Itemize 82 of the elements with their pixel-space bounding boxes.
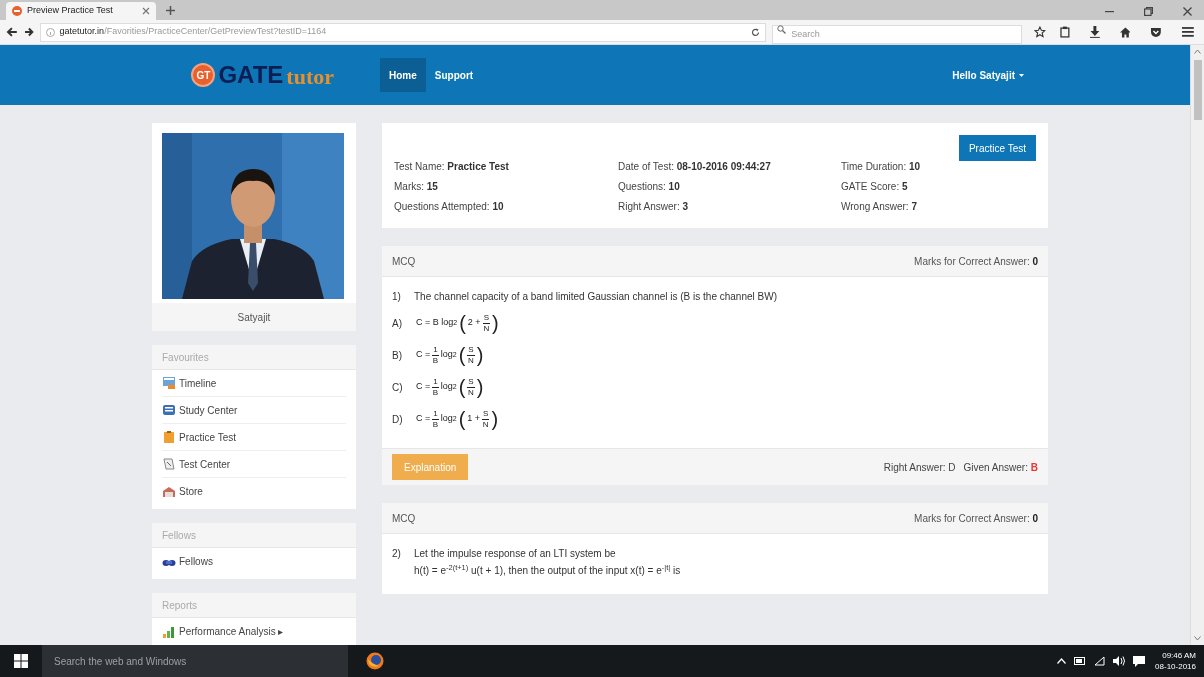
firefox-icon[interactable]: [366, 652, 384, 670]
search-icon: [777, 25, 787, 34]
sidebar-item[interactable]: Timeline: [162, 370, 346, 397]
new-tab-icon[interactable]: [166, 6, 175, 15]
search-field[interactable]: Search: [772, 24, 1023, 44]
given-answer: Given Answer: B: [963, 460, 1038, 475]
scroll-thumb[interactable]: [1193, 60, 1202, 120]
profile-name: Satyajit: [152, 303, 356, 331]
summary-field: Questions Attempted: 10: [394, 199, 618, 214]
summary-field: Test Name: Practice Test: [394, 159, 618, 174]
restore-icon[interactable]: [1144, 7, 1153, 16]
shop-icon: [162, 484, 176, 499]
summary-field: Date of Test: 08-10-2016 09:44:27: [618, 159, 841, 174]
taskbar-search[interactable]: Search the web and Windows: [42, 645, 348, 677]
question-number: 2): [392, 547, 402, 561]
minimize-icon[interactable]: [1105, 11, 1114, 13]
bar-chart-icon: [162, 624, 176, 639]
clipboard-icon: [162, 430, 176, 444]
marks-label: Marks for Correct Answer: 0: [914, 254, 1038, 269]
option-letter: B): [392, 348, 403, 363]
question-type: MCQ: [392, 511, 416, 526]
caret-icon[interactable]: [1019, 73, 1024, 77]
calendar-icon: [162, 376, 176, 390]
clock-time[interactable]: 09:46 AM: [1162, 650, 1196, 661]
chevron-up-icon[interactable]: [1057, 658, 1067, 664]
sidebar-item[interactable]: Practice Test: [162, 424, 346, 451]
summary-field: GATE Score: 5: [841, 179, 1036, 194]
user-menu[interactable]: Hello Satyajit: [952, 67, 1015, 83]
option-letter: A): [392, 316, 403, 331]
windows-icon[interactable]: [14, 654, 28, 668]
option-letter: D): [392, 412, 404, 427]
question-type: MCQ: [392, 254, 416, 269]
forward-icon[interactable]: [23, 27, 34, 37]
sidebar-item[interactable]: Test Center: [162, 451, 346, 478]
panel-title: Fellows: [152, 523, 356, 548]
close-icon[interactable]: [1183, 7, 1192, 16]
summary-field: Marks: 15: [394, 179, 618, 194]
question-text: The channel capacity of a band limited Gaussian channel is (B is the channel BW): [414, 290, 777, 304]
tab-title: Preview Practice Test: [27, 4, 114, 18]
panel-title: Favourites: [152, 345, 356, 370]
info-icon: [45, 27, 55, 37]
paper-icon: [162, 457, 176, 471]
back-icon[interactable]: [6, 26, 18, 38]
scrollbar[interactable]: [1190, 45, 1204, 645]
sidebar-item[interactable]: Store: [162, 478, 346, 505]
summary-field: Questions: 10: [618, 179, 841, 194]
pocket-icon[interactable]: [1150, 26, 1163, 38]
sidebar-item[interactable]: Performance Analysis ▸: [162, 618, 346, 645]
download-icon[interactable]: [1089, 26, 1100, 38]
summary-field: Right Answer: 3: [618, 199, 841, 214]
message-icon[interactable]: [1133, 655, 1146, 667]
address-bar[interactable]: gatetutor.in/Favorities/PracticeCenter/GetPreviewTest?testID=1164: [39, 22, 767, 42]
nav-tab[interactable]: Home: [380, 58, 426, 92]
volume-icon[interactable]: [1113, 656, 1126, 666]
network-icon[interactable]: [1094, 656, 1106, 666]
site-icon: [12, 6, 22, 16]
star-icon[interactable]: [1034, 26, 1046, 38]
scroll-down-icon[interactable]: [1194, 636, 1201, 641]
scroll-up-icon[interactable]: [1194, 49, 1201, 54]
question-number: 1): [392, 290, 402, 304]
battery-icon[interactable]: [1074, 657, 1087, 665]
right-answer: Right Answer: D: [883, 460, 956, 475]
summary-field: Time Duration: 10: [841, 159, 1036, 174]
url-text: gatetutor.in/Favorities/PracticeCenter/GetPreviewTest?testID=1164: [59, 25, 328, 39]
practice-test-button[interactable]: Practice Test: [958, 135, 1036, 161]
books-icon: [162, 403, 176, 417]
home-icon[interactable]: [1119, 26, 1131, 38]
panel-title: Reports: [152, 593, 356, 618]
reload-icon[interactable]: [751, 27, 761, 37]
sidebar-item[interactable]: Fellows: [162, 548, 346, 575]
clock-date[interactable]: 08-10-2016: [1155, 661, 1196, 672]
nav-tab[interactable]: Support: [425, 58, 483, 92]
option-letter: C): [392, 380, 404, 395]
sidebar-item[interactable]: Study Center: [162, 397, 346, 424]
question-text: h(t) = e$^{-2(t+1)}$ u(t + 1), then the output of the input x(t) = e$^{-|t|}$ is: [414, 563, 681, 578]
summary-field: Wrong Answer: 7: [841, 199, 1036, 214]
clipboard-icon[interactable]: [1060, 26, 1070, 38]
close-icon[interactable]: [142, 7, 150, 15]
marks-label: Marks for Correct Answer: 0: [914, 511, 1038, 526]
browser-tab[interactable]: Preview Practice Test: [6, 2, 156, 20]
menu-icon[interactable]: [1182, 27, 1194, 37]
question-text: Let the impulse response of an LTI system be: [414, 547, 617, 561]
